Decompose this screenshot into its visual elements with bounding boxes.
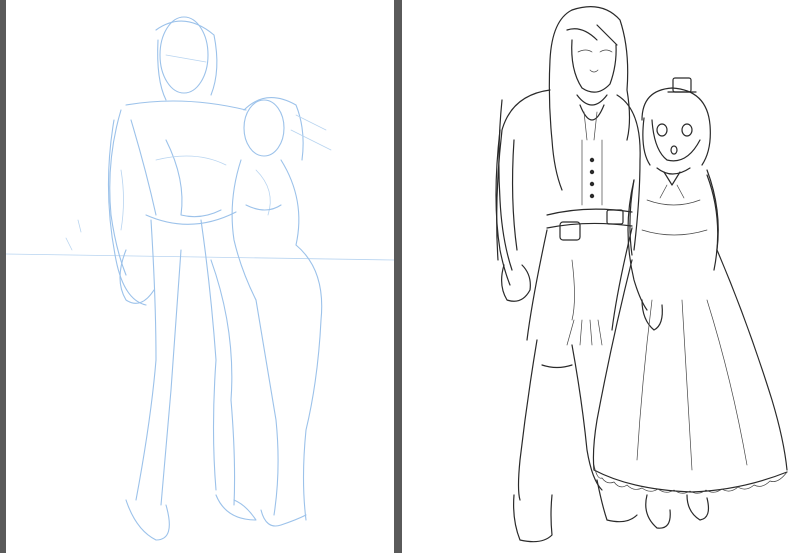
lineart-canvas	[402, 0, 800, 553]
sketch-canvas	[6, 0, 394, 553]
lineart-drawing	[495, 6, 788, 543]
sketch-drawing	[6, 16, 394, 541]
